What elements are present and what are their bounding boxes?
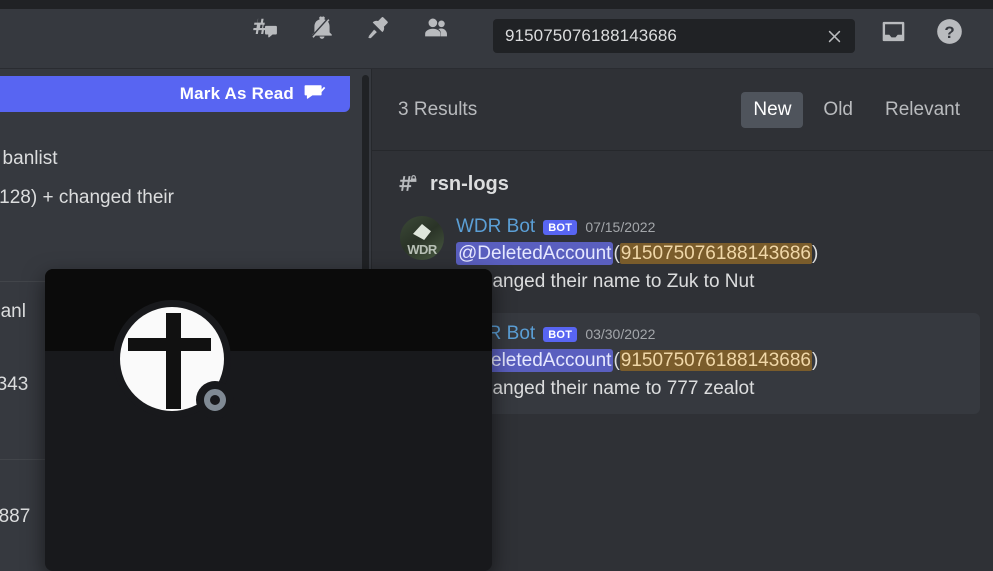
search-term-highlight: 915075076188143686 xyxy=(619,350,812,372)
channel-locked-hash-icon xyxy=(399,175,417,191)
message-line-mention: @DeletedAccount (915075076188143686) xyxy=(456,240,966,268)
message-line-mention: @DeletedAccount (915075076188143686) xyxy=(456,347,966,375)
sort-tab-new[interactable]: New xyxy=(741,91,804,128)
status-indicator xyxy=(196,381,234,419)
status-offline-dot xyxy=(204,389,226,411)
pinned-messages-icon[interactable] xyxy=(364,13,394,43)
svg-text:?: ? xyxy=(944,22,954,41)
chat-text-fragment: banl xyxy=(0,301,26,322)
bot-badge: BOT xyxy=(543,219,578,235)
sort-tab-group: New Old Relevant xyxy=(741,91,972,128)
result-group-channel-header[interactable]: rsn-logs xyxy=(372,151,993,206)
discord-window: 915075076188143686 ? Mark As Read banlis… xyxy=(0,0,993,571)
window-titlebar-strip xyxy=(0,0,993,9)
chat-text-fragment: : banlist xyxy=(0,148,58,169)
avatar-text: WDR xyxy=(407,242,437,257)
profile-avatar[interactable] xyxy=(113,300,234,419)
cross-vertical-bar xyxy=(166,313,181,409)
open-paren: ( xyxy=(613,350,620,372)
cross-horizontal-bar xyxy=(128,338,211,351)
search-results-header: 3 Results New Old Relevant xyxy=(372,69,993,151)
channel-toolbar: 915075076188143686 ? xyxy=(0,0,993,69)
sort-tab-old[interactable]: Old xyxy=(811,92,865,128)
user-profile-popup: DeletedAccount#2091 NOTE Click to add a … xyxy=(45,269,492,571)
inbox-icon[interactable] xyxy=(878,16,908,46)
open-paren: ( xyxy=(613,243,620,264)
search-input-value: 915075076188143686 xyxy=(505,26,677,45)
message-body: + changed their name to 777 zealot xyxy=(456,377,755,399)
message-body: + changed their name to Zuk to Nut xyxy=(456,270,755,292)
help-icon[interactable]: ? xyxy=(934,16,964,46)
chat-text-fragment: 1887 xyxy=(0,506,31,527)
mark-as-read-icon xyxy=(304,85,326,99)
chat-text-fragment: 7343 xyxy=(0,374,29,395)
bot-badge: BOT xyxy=(543,326,578,342)
member-list-icon[interactable] xyxy=(421,13,451,43)
message-timestamp: 03/30/2022 xyxy=(585,326,656,343)
close-paren: ) xyxy=(811,350,819,372)
channel-name: rsn-logs xyxy=(430,173,509,195)
mark-as-read-bar[interactable]: Mark As Read xyxy=(0,76,350,112)
mark-as-read-label: Mark As Read xyxy=(179,84,294,103)
notifications-muted-icon[interactable] xyxy=(307,13,337,43)
toolbar-icon-group xyxy=(250,13,451,43)
message-header: WDR Bot BOT 07/15/2022 xyxy=(456,216,966,238)
search-input[interactable]: 915075076188143686 xyxy=(493,19,855,53)
search-term-highlight: 915075076188143686 xyxy=(619,243,812,264)
avatar-leaf-graphic xyxy=(413,224,431,240)
message-author[interactable]: WDR Bot xyxy=(456,216,535,238)
message-header: WDR Bot BOT 03/30/2022 xyxy=(456,323,966,345)
results-count: 3 Results xyxy=(398,98,478,120)
sort-tab-relevant[interactable]: Relevant xyxy=(873,92,972,128)
clear-search-icon[interactable] xyxy=(823,25,845,47)
profile-banner xyxy=(45,269,492,351)
user-mention[interactable]: @DeletedAccount xyxy=(456,242,614,265)
avatar[interactable]: WDR xyxy=(400,216,444,260)
chat-text-fragment: 44128) + changed their xyxy=(0,187,174,208)
toolbar-right-group: ? xyxy=(878,16,964,46)
close-paren: ) xyxy=(811,243,819,264)
create-thread-icon[interactable] xyxy=(250,13,280,43)
message-timestamp: 07/15/2022 xyxy=(585,219,656,235)
